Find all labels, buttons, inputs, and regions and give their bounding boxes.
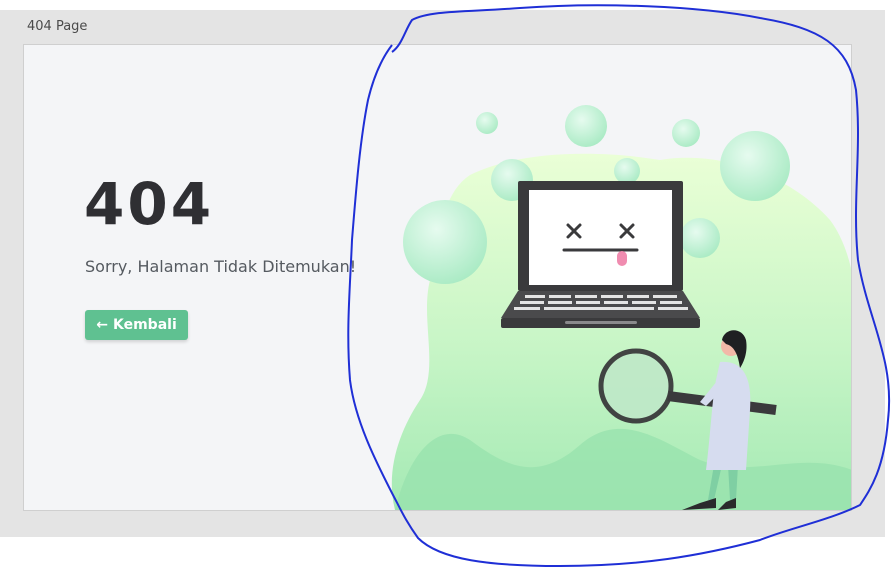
bubble [403, 200, 487, 284]
bubble [672, 119, 700, 147]
bubble [720, 131, 790, 201]
laptop-icon [501, 181, 700, 328]
back-button-label: Kembali [112, 317, 177, 333]
bubble [614, 158, 640, 184]
bubble [476, 112, 498, 134]
illustration [347, 4, 891, 568]
arrow-left-icon: ← [96, 317, 108, 333]
back-button[interactable]: ← Kembali [85, 310, 188, 340]
bubble [680, 218, 720, 258]
bubble [565, 105, 607, 147]
error-message: Sorry, Halaman Tidak Ditemukan! [85, 257, 357, 276]
error-code: 404 [84, 170, 215, 238]
